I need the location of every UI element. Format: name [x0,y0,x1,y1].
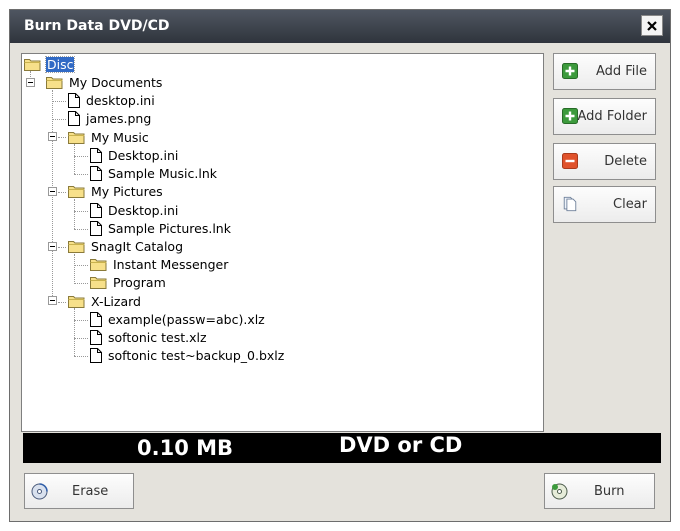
tree-node-folder[interactable]: Instant Messenger [90,255,229,273]
file-icon [68,110,80,126]
tree-connector [74,211,88,212]
folder-icon [68,296,85,308]
tree-node-folder[interactable]: SnagIt Catalog [68,237,184,255]
tree-node-file[interactable]: Desktop.ini [90,201,179,219]
disc-tree[interactable]: Disc My Documents desktop.ini james.png … [21,53,544,432]
tree-node-disc[interactable]: Disc [24,55,76,73]
folder-icon [90,277,107,289]
tree-connector [74,320,88,321]
title-bar: Burn Data DVD/CD [10,10,670,43]
capacity-status-bar: 0.10 MB DVD or CD [23,433,661,463]
tree-connector [74,265,88,266]
erase-disc-icon [31,483,48,500]
tree-connector [58,247,66,248]
file-icon [68,92,80,108]
tree-connector [74,338,88,339]
folder-icon [68,132,85,144]
folder-icon [68,186,85,198]
tree-node-folder[interactable]: My Documents [46,73,163,91]
collapse-toggle-snagit-catalog[interactable] [48,242,57,251]
tree-connector [74,308,75,356]
file-icon [90,311,102,327]
folder-icon [90,259,107,271]
file-icon [90,329,102,345]
tree-connector [74,229,88,230]
tree-connector [52,119,66,120]
close-icon [647,20,657,31]
tree-node-file[interactable]: desktop.ini [68,91,156,109]
tree-connector [74,356,88,357]
tree-connector [74,254,75,284]
tree-node-file[interactable]: Sample Music.lnk [90,164,218,182]
tree-node-file[interactable]: Sample Pictures.lnk [90,219,232,237]
collapse-toggle-my-music[interactable] [48,132,57,141]
tree-node-folder[interactable]: Program [90,273,167,291]
tree-node-folder[interactable]: My Pictures [68,182,164,200]
tree-connector [74,199,75,229]
window-title: Burn Data DVD/CD [24,18,170,34]
tree-node-folder[interactable]: X-Lizard [68,292,142,310]
clear-pages-icon [563,196,577,212]
add-icon [562,108,578,124]
tree-node-file[interactable]: Desktop.ini [90,146,179,164]
remove-icon [562,153,578,169]
file-icon [90,220,102,236]
file-icon [90,147,102,163]
tree-connector [58,302,66,303]
tree-node-file[interactable]: example(passw=abc).xlz [90,310,266,328]
tree-connector [52,90,53,302]
disc-folder-icon [24,59,41,71]
tree-connector [74,144,75,174]
clear-button[interactable]: Clear [553,186,656,223]
tree-node-folder[interactable]: My Music [68,128,150,146]
add-file-button[interactable]: Add File [553,53,656,90]
folder-icon [68,241,85,253]
close-button[interactable] [641,15,663,36]
tree-connector [74,156,88,157]
erase-button[interactable]: Erase [24,473,134,509]
data-size-label: 0.10 MB [137,436,234,460]
delete-button[interactable]: Delete [553,143,656,180]
tree-node-file[interactable]: softonic test.xlz [90,328,208,346]
tree-connector [58,192,66,193]
collapse-toggle-x-lizard[interactable] [48,296,57,305]
tree-connector [52,101,66,102]
add-icon [562,63,578,79]
file-icon [90,165,102,181]
media-type-label: DVD or CD [339,433,463,457]
tree-connector [74,283,88,284]
burn-disc-icon [551,483,568,500]
tree-connector [74,174,88,175]
burn-dialog: Burn Data DVD/CD Disc My Documents deskt… [9,9,671,522]
add-folder-button[interactable]: Add Folder [553,98,656,135]
file-icon [90,347,102,363]
file-icon [90,202,102,218]
folder-icon [46,77,63,89]
collapse-toggle-my-pictures[interactable] [48,187,57,196]
tree-connector [58,137,66,138]
tree-node-file[interactable]: softonic test~backup_0.bxlz [90,346,285,364]
tree-node-file[interactable]: james.png [68,109,152,127]
collapse-toggle-my-documents[interactable] [26,78,35,87]
burn-button[interactable]: Burn [544,473,655,509]
